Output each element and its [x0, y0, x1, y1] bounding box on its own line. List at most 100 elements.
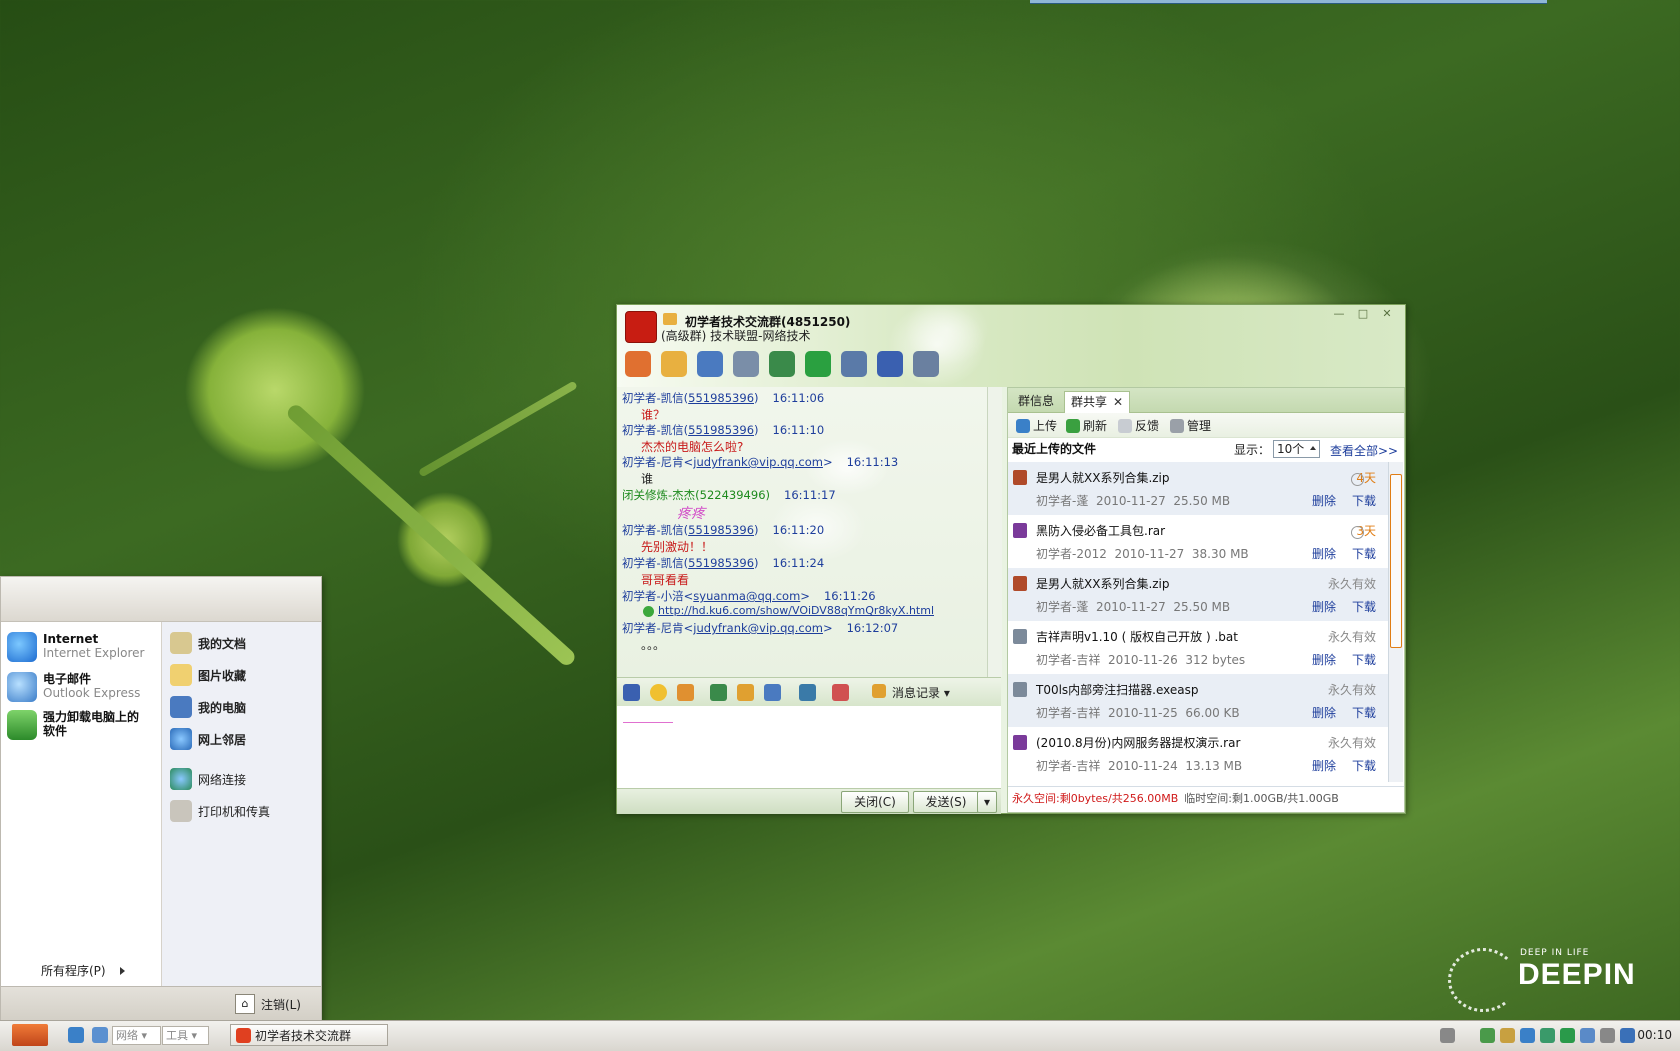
tray-qq-icon[interactable] — [1540, 1028, 1555, 1043]
tray-volume-icon[interactable] — [1600, 1028, 1615, 1043]
msg-sender-id[interactable]: 551985396 — [688, 556, 754, 570]
pinned-uninstaller[interactable]: 强力卸载电脑上的 软件 — [7, 710, 139, 740]
msg-sender-id: 522439496 — [699, 488, 766, 502]
maximize-button[interactable]: □ — [1353, 307, 1373, 321]
download-link[interactable]: 下载 — [1352, 653, 1376, 667]
add-icon[interactable] — [805, 351, 831, 377]
quicklaunch-ie-icon[interactable] — [68, 1027, 84, 1043]
emoji-icon[interactable] — [650, 684, 667, 701]
place-network[interactable]: 网上邻居 — [170, 728, 246, 750]
image-icon[interactable] — [710, 684, 727, 701]
delete-link[interactable]: 删除 — [1312, 653, 1336, 667]
place-my-computer[interactable]: 我的电脑 — [170, 696, 246, 718]
file-name[interactable]: 是男人就XX系列合集.zip — [1036, 469, 1170, 486]
settings-icon[interactable] — [913, 351, 939, 377]
shake-icon[interactable] — [832, 684, 849, 701]
pinned-email[interactable]: 电子邮件 Outlook Express — [7, 672, 140, 702]
show-count-select[interactable]: 10个 — [1273, 440, 1321, 458]
chat-message-link[interactable]: http://hd.ku6.com/show/VOiDV88qYmQr8kyX.… — [658, 604, 934, 617]
file-row[interactable]: 是男人就XX系列合集.zip 永久有效 初学者-蓬 2010-11-27 25.… — [1008, 568, 1388, 621]
chat-scrollbar[interactable] — [987, 387, 1002, 677]
file-row[interactable]: 吉祥声明v1.10 ( 版权自己开放 ) .bat 永久有效 初学者-吉祥 20… — [1008, 621, 1388, 674]
delete-link[interactable]: 删除 — [1312, 759, 1336, 773]
file-name[interactable]: (2010.8月份)内网服务器提权演示.rar — [1036, 734, 1240, 751]
download-link[interactable]: 下载 — [1352, 494, 1376, 508]
delete-link[interactable]: 删除 — [1312, 600, 1336, 614]
album-icon[interactable] — [697, 351, 723, 377]
tab-group-share[interactable]: 群共享 ✕ — [1064, 391, 1131, 413]
group-avatar[interactable] — [625, 311, 657, 343]
scrollbar-thumb[interactable] — [1390, 474, 1402, 648]
feedback-button[interactable]: 反馈 — [1118, 417, 1159, 434]
view-all-link[interactable]: 查看全部>> — [1330, 442, 1398, 459]
msg-sender-id[interactable]: 551985396 — [688, 391, 754, 405]
refresh-button[interactable]: 刷新 — [1066, 417, 1107, 434]
message-input[interactable] — [617, 706, 1001, 788]
file-name[interactable]: 吉祥声明v1.10 ( 版权自己开放 ) .bat — [1036, 628, 1238, 645]
tray-app-icon[interactable] — [1500, 1028, 1515, 1043]
quicklaunch-desktop-icon[interactable] — [92, 1027, 108, 1043]
tray-monitor-icon[interactable] — [1520, 1028, 1535, 1043]
place-network-connections[interactable]: 网络连接 — [170, 768, 246, 790]
place-printers[interactable]: 打印机和传真 — [170, 800, 270, 822]
file-name[interactable]: T00ls内部旁注扫描器.exeasp — [1036, 681, 1199, 698]
msg-time: 16:12:07 — [846, 621, 899, 635]
send-options-button[interactable]: ▾ — [977, 791, 997, 813]
download-link[interactable]: 下载 — [1352, 706, 1376, 720]
file-row[interactable]: (2010.8月份)内网服务器提权演示.rar 永久有效 初学者-吉祥 2010… — [1008, 727, 1388, 780]
tray-qq-icon[interactable] — [1560, 1028, 1575, 1043]
file-list-scrollbar[interactable] — [1388, 462, 1403, 782]
chat-history: 初学者-凯信(551985396) 16:11:06 谁？ 初学者-凯信(5519… — [617, 387, 987, 677]
magic-face-icon[interactable] — [677, 684, 694, 701]
tray-network-icon[interactable] — [1480, 1028, 1495, 1043]
msg-sender-id[interactable]: 551985396 — [688, 523, 754, 537]
tab-group-info[interactable]: 群信息 — [1012, 391, 1060, 412]
msg-sender-id[interactable]: 551985396 — [688, 423, 754, 437]
folder-icon[interactable] — [661, 351, 687, 377]
message-history-button[interactable]: 消息记录 ▾ — [892, 684, 950, 701]
logoff-button[interactable]: ⌂ 注销(L) — [234, 993, 301, 1015]
upload-button[interactable]: 上传 — [1016, 417, 1057, 434]
chat-mode-icon[interactable] — [799, 684, 816, 701]
taskbar-select-network[interactable]: 网络 ▾ — [112, 1026, 161, 1045]
msg-sender-id[interactable]: judyfrank@vip.qq.com — [693, 455, 823, 469]
members-icon[interactable] — [877, 351, 903, 377]
tab-close-icon[interactable]: ✕ — [1113, 395, 1123, 409]
home-icon[interactable] — [625, 351, 651, 377]
download-link[interactable]: 下载 — [1352, 600, 1376, 614]
manage-button[interactable]: 管理 — [1170, 417, 1211, 434]
file-row[interactable]: 是男人就XX系列合集.zip 4天 初学者-蓬 2010-11-27 25.50… — [1008, 462, 1388, 515]
tray-display-icon[interactable] — [1580, 1028, 1595, 1043]
send-button[interactable]: 发送(S) — [913, 791, 979, 813]
delete-link[interactable]: 删除 — [1312, 547, 1336, 561]
taskbar-task-qq-group[interactable]: 初学者技术交流群 — [230, 1024, 388, 1046]
keyboard-icon[interactable] — [1440, 1028, 1455, 1043]
qq-header: 初学者技术交流群(4851250) (高级群) 技术联盟-网络技术 — □ ✕ — [617, 305, 1405, 387]
board-icon[interactable] — [733, 351, 759, 377]
tools-icon[interactable] — [841, 351, 867, 377]
file-name[interactable]: 是男人就XX系列合集.zip — [1036, 575, 1170, 592]
music-icon[interactable] — [737, 684, 754, 701]
close-window-button[interactable]: ✕ — [1377, 307, 1397, 321]
start-button[interactable] — [12, 1024, 48, 1046]
close-button[interactable]: 关闭(C) — [841, 791, 909, 813]
download-link[interactable]: 下载 — [1352, 759, 1376, 773]
msg-sender-id[interactable]: judyfrank@vip.qq.com — [693, 621, 823, 635]
file-row[interactable]: 黑防入侵必备工具包.rar 3天 初学者-2012 2010-11-27 38.… — [1008, 515, 1388, 568]
font-icon[interactable] — [623, 684, 640, 701]
file-name[interactable]: 黑防入侵必备工具包.rar — [1036, 522, 1165, 539]
place-my-pictures[interactable]: 图片收藏 — [170, 664, 246, 686]
tray-security-icon[interactable] — [1620, 1028, 1635, 1043]
msg-sender-id[interactable]: syuanma@qq.com — [693, 589, 800, 603]
chart-icon[interactable] — [769, 351, 795, 377]
file-row[interactable]: T00ls内部旁注扫描器.exeasp 永久有效 初学者-吉祥 2010-11-… — [1008, 674, 1388, 727]
all-programs-button[interactable]: 所有程序(P) — [41, 962, 125, 979]
pinned-internet[interactable]: Internet Internet Explorer — [7, 632, 144, 662]
screenshot-icon[interactable] — [764, 684, 781, 701]
taskbar-select-tools[interactable]: 工具 ▾ — [162, 1026, 209, 1045]
minimize-button[interactable]: — — [1329, 307, 1349, 321]
place-my-documents[interactable]: 我的文档 — [170, 632, 246, 654]
delete-link[interactable]: 删除 — [1312, 494, 1336, 508]
download-link[interactable]: 下载 — [1352, 547, 1376, 561]
delete-link[interactable]: 删除 — [1312, 706, 1336, 720]
